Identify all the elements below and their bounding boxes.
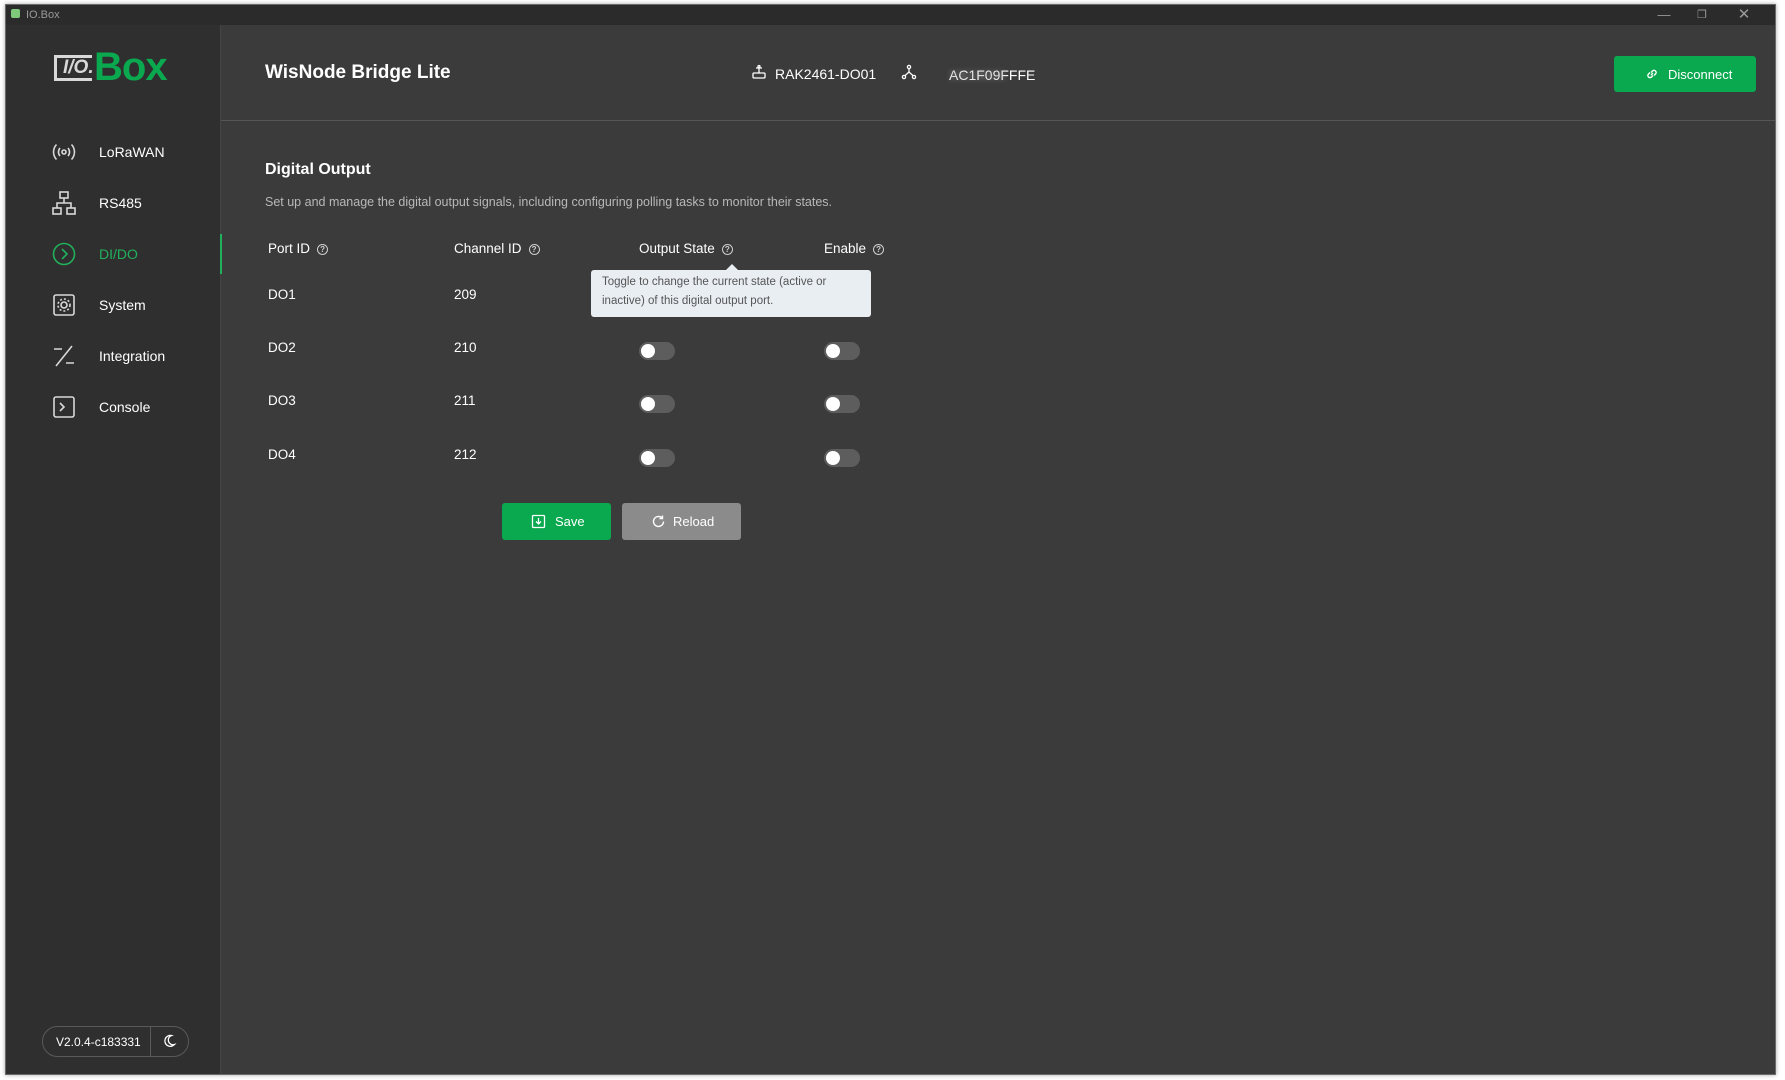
device-name: WisNode Bridge Lite [265,62,451,83]
column-header-port-id: Port ID? [268,241,329,256]
network-topology-icon [52,191,76,215]
help-icon[interactable]: ? [873,244,885,255]
save-button[interactable]: Save [502,503,611,540]
sidebar-item-lorawan[interactable]: LoRaWAN [6,132,221,172]
sidebar-item-label: LoRaWAN [99,144,165,160]
sidebar-item-label: DI/DO [99,246,138,262]
sidebar-item-integration[interactable]: Integration [6,336,221,376]
table-cell-channel: 212 [454,447,477,462]
sidebar-item-dido[interactable]: DI/DO [6,234,222,274]
sidebar-item-console[interactable]: Console [6,387,221,427]
app-window: IO.Box — ❐ ✕ I/O. Box LoRaWAN RS485 DI/D… [5,4,1776,1075]
network-node-icon [901,64,917,80]
integration-slash-icon [54,345,74,367]
sidebar: I/O. Box LoRaWAN RS485 DI/DO System Inte… [6,25,222,1074]
terminal-icon [53,396,75,418]
save-icon [531,514,546,529]
main-content: Digital Output Set up and manage the dig… [221,121,1775,1074]
reload-icon [652,515,665,528]
sidebar-item-label: Console [99,399,151,415]
table-cell-port: DO1 [268,287,296,302]
table-cell-port: DO4 [268,447,296,462]
moon-icon[interactable] [160,1032,178,1050]
masked-eui: XXXXXX [949,67,1006,83]
sidebar-item-label: System [99,297,146,313]
logo-box: Box [94,45,168,89]
column-header-enable: Enable? [824,241,885,256]
version-label: V2.0.4-c183331 [56,1035,141,1049]
enable-toggle[interactable] [824,395,860,413]
output-state-toggle[interactable] [639,449,675,467]
sidebar-item-system[interactable]: System [6,285,221,325]
app-icon [11,9,20,18]
restore-icon[interactable]: ❐ [1687,7,1717,23]
logo-io: I/O. [54,55,94,81]
disconnect-button[interactable]: Disconnect [1614,56,1756,92]
window-title: IO.Box [26,9,60,21]
output-state-toggle[interactable] [639,342,675,360]
lorawan-signal-icon [52,143,76,161]
enable-toggle[interactable] [824,342,860,360]
table-cell-channel: 209 [454,287,477,302]
table-cell-channel: 211 [454,393,476,408]
output-state-toggle[interactable] [639,395,675,413]
table-cell-port: DO2 [268,340,296,355]
version-pill: V2.0.4-c183331 [42,1026,189,1057]
sidebar-item-label: RS485 [99,195,142,211]
header: WisNode Bridge Lite RAK2461-DO01 AC1F09F… [221,25,1775,121]
output-state-tooltip: Toggle to change the current state (acti… [591,264,871,317]
divider [150,1027,151,1056]
title-bar: IO.Box — ❐ ✕ [6,5,1775,25]
column-header-channel-id: Channel ID? [454,241,540,256]
help-icon[interactable]: ? [317,244,329,255]
column-header-output-state: Output State? [639,241,733,256]
table-cell-port: DO3 [268,393,296,408]
router-icon [752,64,766,79]
reload-button[interactable]: Reload [622,503,741,540]
help-icon[interactable]: ? [721,244,733,255]
section-title: Digital Output [265,161,371,178]
sidebar-item-label: Integration [99,348,166,364]
minimize-icon[interactable]: — [1649,7,1679,23]
sidebar-item-rs485[interactable]: RS485 [6,183,221,223]
enable-toggle[interactable] [824,449,860,467]
help-icon[interactable]: ? [528,244,540,255]
play-circle-icon [52,242,76,266]
table-cell-channel: 210 [454,340,477,355]
close-icon[interactable]: ✕ [1729,7,1759,23]
gear-chip-icon [53,294,75,316]
section-description: Set up and manage the digital output sig… [265,195,833,209]
link-icon [1647,69,1657,79]
